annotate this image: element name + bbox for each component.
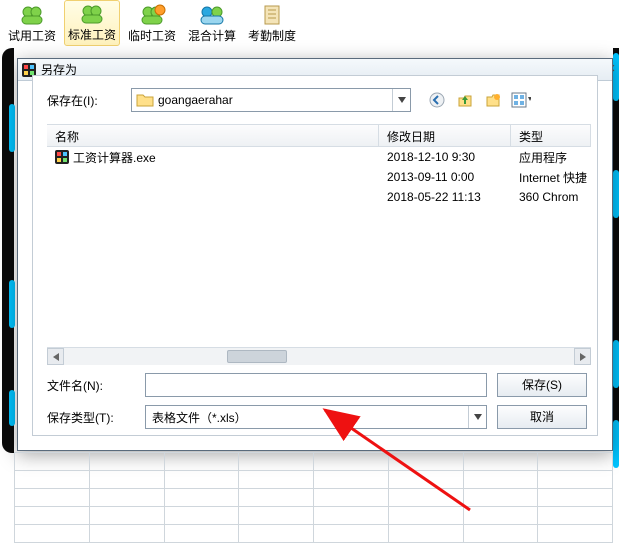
file-date: 2018-12-10 9:30	[379, 150, 511, 164]
toolbar-label: 临时工资	[128, 27, 176, 44]
up-icon[interactable]	[455, 90, 475, 110]
file-type: 应用程序	[511, 149, 591, 166]
save-button[interactable]: 保存(S)	[497, 373, 587, 397]
file-list: 名称 修改日期 类型 工资计算器.exe 2018-12-10 9:30 应用程…	[47, 124, 591, 365]
save-as-dialog: 另存为 保存在(I): goangaerahar 名称 修改日期 类型	[17, 58, 613, 451]
filename-label: 文件名(N):	[47, 377, 135, 394]
file-date: 2018-05-22 11:13	[379, 190, 511, 204]
filetype-label: 保存类型(T):	[47, 409, 135, 426]
chevron-down-icon[interactable]	[392, 89, 410, 111]
views-icon[interactable]	[511, 90, 531, 110]
horizontal-scrollbar[interactable]	[47, 347, 591, 365]
col-name[interactable]: 名称	[47, 125, 379, 146]
scroll-left-icon[interactable]	[47, 348, 64, 365]
file-name: 工资计算器.exe	[73, 149, 156, 166]
toolbar-label: 试用工资	[8, 27, 56, 44]
column-headers[interactable]: 名称 修改日期 类型	[47, 125, 591, 147]
scroll-right-icon[interactable]	[574, 348, 591, 365]
toolbar-label: 考勤制度	[248, 27, 296, 44]
toolbar-item-temp-salary[interactable]: 临时工资	[124, 0, 180, 46]
toolbar-label: 标准工资	[68, 26, 116, 43]
file-type: Internet 快捷	[511, 169, 591, 186]
location-text: goangaerahar	[158, 93, 392, 107]
app-icon	[55, 150, 69, 164]
scroll-thumb[interactable]	[227, 350, 287, 363]
toolbar-item-standard-salary[interactable]: 标准工资	[64, 0, 120, 46]
location-combo[interactable]: goangaerahar	[131, 88, 411, 112]
top-toolbar: 试用工资 标准工资 临时工资 混合计算 考勤制度	[0, 0, 613, 46]
new-folder-icon[interactable]	[483, 90, 503, 110]
list-item[interactable]: 工资计算器.exe 2018-12-10 9:30 应用程序	[47, 147, 591, 167]
filename-input[interactable]	[145, 373, 487, 397]
cancel-button[interactable]: 取消	[497, 405, 587, 429]
filetype-text: 表格文件（*.xls）	[146, 409, 468, 426]
col-type[interactable]: 类型	[511, 125, 591, 146]
toolbar-item-mixed-calc[interactable]: 混合计算	[184, 0, 240, 46]
save-in-label: 保存在(I):	[47, 92, 121, 109]
list-item[interactable]: 2013-09-11 0:00 Internet 快捷	[47, 167, 591, 187]
col-date[interactable]: 修改日期	[379, 125, 511, 146]
toolbar-item-attendance[interactable]: 考勤制度	[244, 0, 300, 46]
filetype-combo[interactable]: 表格文件（*.xls）	[145, 405, 487, 429]
file-date: 2013-09-11 0:00	[379, 170, 511, 184]
toolbar-item-trial-salary[interactable]: 试用工资	[4, 0, 60, 46]
file-type: 360 Chrom	[511, 190, 591, 204]
toolbar-label: 混合计算	[188, 27, 236, 44]
spreadsheet-grid[interactable]	[14, 452, 613, 541]
folder-icon	[136, 92, 154, 108]
chevron-down-icon[interactable]	[468, 406, 486, 428]
list-item[interactable]: 2018-05-22 11:13 360 Chrom	[47, 187, 591, 207]
back-icon[interactable]	[427, 90, 447, 110]
